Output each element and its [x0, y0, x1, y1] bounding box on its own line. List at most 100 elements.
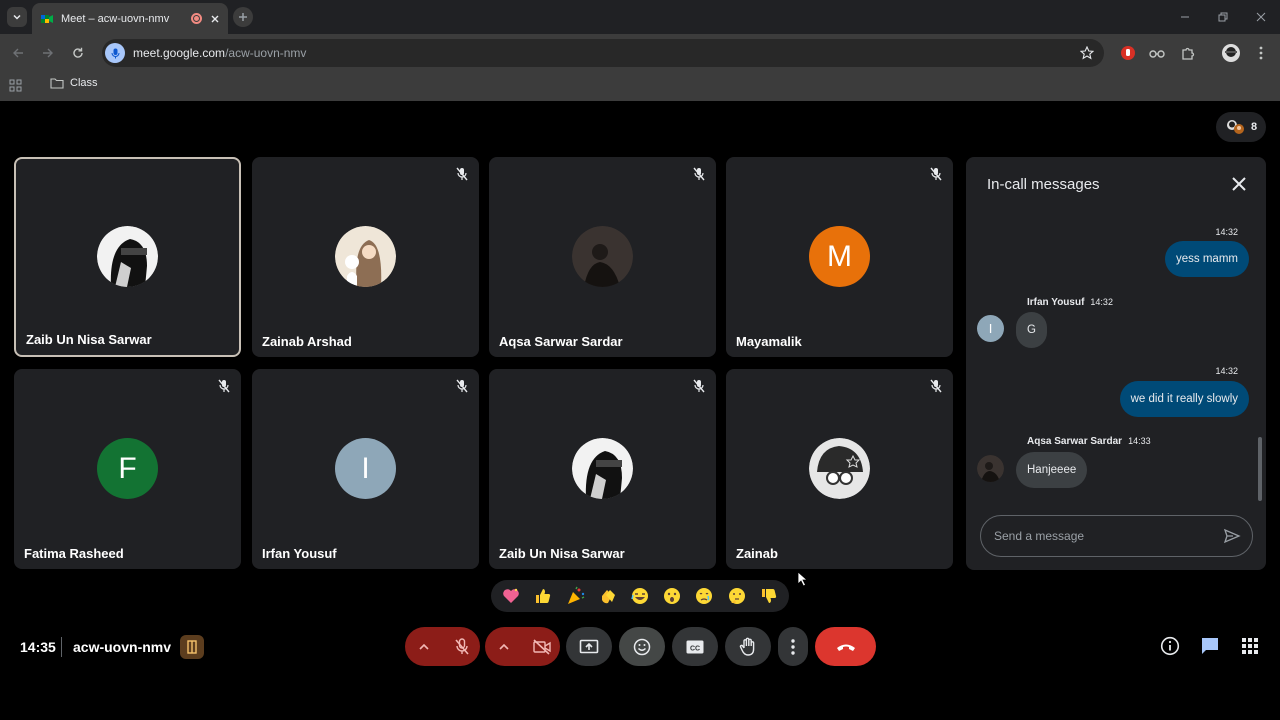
participant-name: Mayamalik — [736, 334, 802, 349]
crying-face-icon — [696, 588, 713, 604]
address-bar[interactable]: meet.google.com/acw-uovn-nmv — [102, 39, 1104, 67]
avatar-photo-icon — [572, 438, 633, 499]
participant-tile[interactable]: M Mayamalik — [726, 157, 953, 357]
participant-letter-avatar: M — [809, 226, 870, 287]
message-input-box — [980, 515, 1253, 557]
participants-avatars-icon — [1226, 120, 1244, 134]
reaction-crying[interactable] — [690, 582, 718, 610]
captions-button[interactable]: CC — [672, 627, 718, 666]
restore-window-button[interactable] — [1204, 0, 1242, 34]
reactions-button[interactable] — [619, 627, 665, 666]
message-sender: Irfan Yousuf 14:32 — [1027, 297, 1113, 308]
extensions-puzzle-button[interactable] — [1177, 42, 1199, 64]
incoming-message: Hanjeeee — [1016, 452, 1088, 488]
activities-button[interactable] — [1238, 634, 1262, 658]
avatar-photo-icon — [97, 226, 158, 287]
extension-glasses-icon[interactable] — [1146, 42, 1168, 64]
outgoing-message: yess mamm — [1165, 241, 1249, 277]
chevron-up-icon — [499, 643, 509, 650]
close-window-button[interactable] — [1242, 0, 1280, 34]
meeting-clock: 14:35 — [20, 639, 56, 655]
reaction-surprised[interactable] — [658, 582, 686, 610]
minimize-icon — [1181, 16, 1189, 18]
clapping-hands-icon — [601, 590, 615, 604]
arrow-left-icon — [13, 48, 23, 58]
participant-tile[interactable]: Zainab Arshad — [252, 157, 479, 357]
tab-search-button[interactable] — [7, 7, 27, 27]
meeting-code: acw-uovn-nmv — [73, 639, 172, 655]
host-controls-badge[interactable] — [180, 635, 204, 659]
minimize-window-button[interactable] — [1166, 0, 1204, 34]
reaction-thumbs-up[interactable] — [529, 582, 557, 610]
audio-settings-button[interactable] — [405, 627, 443, 666]
participant-avatar — [97, 226, 158, 287]
bookmark-folder-class[interactable]: Class — [50, 77, 98, 89]
reaction-thumbs-down[interactable] — [755, 582, 783, 610]
close-icon[interactable] — [1230, 175, 1248, 193]
close-tab-icon[interactable] — [210, 14, 220, 24]
reaction-clapping-hands[interactable] — [594, 582, 622, 610]
reload-button[interactable] — [68, 43, 88, 63]
bookmark-star-icon[interactable] — [1080, 46, 1094, 60]
participant-name: Zainab — [736, 546, 778, 561]
sender-name: Irfan Yousuf — [1027, 297, 1085, 308]
participant-tile[interactable]: Zaib Un Nisa Sarwar — [14, 157, 241, 357]
browser-menu-button[interactable] — [1250, 42, 1272, 64]
site-info-button[interactable] — [105, 43, 125, 63]
meeting-details-button[interactable] — [1158, 634, 1182, 658]
apps-grid-icon[interactable] — [9, 79, 23, 93]
camera-off-icon — [532, 638, 551, 655]
chat-button[interactable] — [1198, 634, 1222, 658]
extension-hand-icon[interactable] — [1117, 42, 1139, 64]
avatar-photo-icon — [809, 438, 870, 499]
send-icon[interactable] — [1223, 527, 1241, 545]
new-tab-button[interactable] — [233, 7, 253, 27]
more-vertical-icon — [791, 638, 795, 655]
video-settings-button[interactable] — [485, 627, 523, 666]
reaction-party-popper[interactable] — [562, 582, 590, 610]
mic-off-icon — [454, 637, 469, 655]
participant-tile[interactable]: Zainab — [726, 369, 953, 569]
incoming-message: G — [1016, 312, 1047, 348]
participant-tile[interactable]: F Fatima Rasheed — [14, 369, 241, 569]
reaction-thinking[interactable] — [723, 582, 751, 610]
message-time: 14:32 — [1215, 366, 1238, 376]
forward-button[interactable] — [38, 43, 58, 63]
sender-letter-avatar: I — [977, 315, 1004, 342]
raise-hand-button[interactable] — [725, 627, 771, 666]
outgoing-message: we did it really slowly — [1119, 381, 1249, 417]
mouse-cursor-icon — [797, 571, 809, 587]
chat-scrollbar[interactable] — [1258, 437, 1262, 501]
puzzle-icon — [1182, 47, 1195, 60]
participant-tile[interactable]: I Irfan Yousuf — [252, 369, 479, 569]
avatar-photo-icon — [977, 455, 1004, 482]
participant-name: Zainab Arshad — [262, 334, 352, 349]
reaction-laughing[interactable] — [626, 582, 654, 610]
reaction-sparkling-heart[interactable] — [497, 582, 525, 610]
present-screen-button[interactable] — [566, 627, 612, 666]
plus-icon — [239, 13, 247, 21]
party-popper-icon — [567, 586, 584, 604]
more-options-button[interactable] — [778, 627, 808, 666]
participant-tile[interactable]: Aqsa Sarwar Sardar — [489, 157, 716, 357]
message-input[interactable] — [994, 529, 1204, 543]
glasses-icon — [1149, 50, 1165, 58]
thinking-face-icon — [728, 588, 745, 604]
participant-name: Fatima Rasheed — [24, 546, 124, 561]
participant-name: Irfan Yousuf — [262, 546, 337, 561]
avatar-photo-icon — [572, 226, 633, 287]
panel-title: In-call messages — [987, 176, 1100, 193]
back-button[interactable] — [8, 43, 28, 63]
tab-meet[interactable]: Meet – acw-uovn-nmv — [32, 3, 228, 34]
participant-tile[interactable]: Zaib Un Nisa Sarwar — [489, 369, 716, 569]
sender-name: Aqsa Sarwar Sardar — [1027, 436, 1123, 447]
arrow-right-icon — [43, 48, 53, 58]
thumbs-down-icon — [761, 589, 776, 603]
participants-button[interactable]: 8 — [1216, 112, 1266, 142]
participant-letter-avatar: I — [335, 438, 396, 499]
in-call-messages-panel: In-call messages 14:32 yess mamm Irfan Y… — [966, 157, 1266, 570]
bookmark-folder-label: Class — [70, 77, 98, 89]
profile-avatar[interactable] — [1220, 42, 1242, 64]
leave-call-button[interactable] — [815, 627, 876, 666]
participant-name: Zaib Un Nisa Sarwar — [499, 546, 625, 561]
